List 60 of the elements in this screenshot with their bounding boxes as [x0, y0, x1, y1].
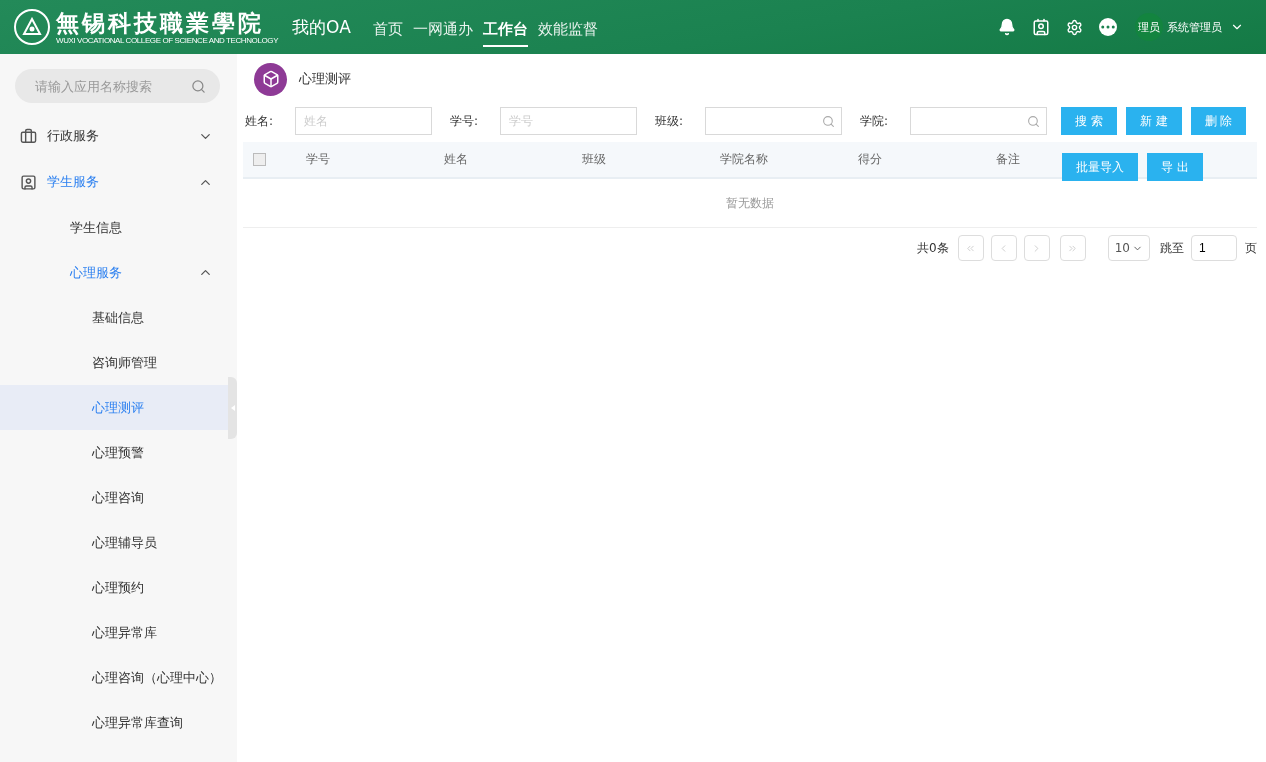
logo-title: 無锡科技職業學院: [56, 9, 265, 36]
sidebar-item[interactable]: 学生服务: [0, 159, 231, 205]
sidebar-item[interactable]: 学生信息: [0, 205, 231, 250]
page-size-select[interactable]: 10: [1107, 235, 1150, 261]
nav-tab[interactable]: 一网通办: [412, 13, 473, 47]
filter-label: 学号:: [450, 112, 480, 130]
search-field[interactable]: [910, 107, 1047, 135]
sidebar-item[interactable]: 基础信息: [0, 295, 231, 340]
user-name[interactable]: 系统管理员: [1167, 19, 1222, 35]
column-header: 班级: [582, 152, 606, 166]
sidebar-item[interactable]: 心理异常库: [0, 610, 231, 655]
jump-label: 跳至: [1160, 239, 1184, 257]
total-count: 共0条: [917, 239, 949, 257]
settings-icon[interactable]: [1066, 18, 1083, 36]
sidebar-item[interactable]: 心理咨询: [0, 475, 231, 520]
nav-tab[interactable]: 工作台: [482, 13, 528, 47]
nav-tab[interactable]: 效能监督: [537, 13, 598, 47]
sidebar-item[interactable]: 咨询师管理: [0, 340, 231, 385]
search-field[interactable]: [705, 107, 842, 135]
briefcase-icon: [20, 127, 37, 145]
search-icon: [191, 78, 206, 94]
nav-tab[interactable]: 首页: [372, 13, 403, 47]
user-avatar: 理员: [1135, 13, 1163, 41]
filter-label: 班级:: [655, 112, 685, 130]
more-icon[interactable]: [1099, 18, 1117, 36]
search-icon: [1027, 114, 1040, 128]
page-title: 心理测评: [299, 70, 351, 88]
column-header: 学院名称: [720, 152, 768, 166]
filter-label: 姓名:: [245, 112, 275, 130]
next-page-button[interactable]: [1023, 235, 1050, 261]
search-icon: [822, 114, 835, 128]
column-header: 备注: [996, 152, 1020, 166]
page-input[interactable]: 1: [1191, 235, 1237, 261]
first-page-button[interactable]: [957, 235, 984, 261]
sidebar-item[interactable]: 心理预警: [0, 430, 231, 475]
person-card-icon: [20, 173, 37, 191]
emblem-icon: [14, 9, 50, 45]
empty-text: 暂无数据: [726, 194, 774, 212]
column-header: 得分: [858, 152, 882, 166]
prev-page-button[interactable]: [990, 235, 1017, 261]
bell-icon[interactable]: [998, 18, 1016, 36]
sidebar-item[interactable]: 心理预约: [0, 565, 231, 610]
sidebar-item[interactable]: 心理服务: [0, 250, 231, 295]
column-header: 姓名: [444, 152, 468, 166]
sidebar-item[interactable]: 行政服务: [0, 113, 231, 159]
filter-label: 学院:: [860, 112, 890, 130]
select-all-checkbox[interactable]: [253, 153, 266, 166]
sidebar-item[interactable]: 心理辅导员: [0, 520, 231, 565]
box-icon: [254, 62, 287, 96]
sidebar-item[interactable]: 心理咨询（心理中心）: [0, 655, 231, 700]
logo-subtitle: WUXI VOCATIONAL COLLEGE OF SCIENCE AND TECHNOLOGY: [56, 36, 279, 45]
column-header: 学号: [306, 152, 330, 166]
sidebar-item[interactable]: 心理异常库查询: [0, 700, 231, 745]
contact-card-icon[interactable]: [1032, 18, 1050, 36]
page-suffix: 页: [1245, 239, 1257, 257]
app-search-field[interactable]: 请输入应用名称搜索: [15, 69, 220, 103]
collapse-handle[interactable]: [228, 377, 237, 439]
last-page-button[interactable]: [1059, 235, 1086, 261]
app-name: 我的OA: [292, 15, 351, 39]
app-search-input[interactable]: 请输入应用名称搜索: [33, 77, 191, 95]
